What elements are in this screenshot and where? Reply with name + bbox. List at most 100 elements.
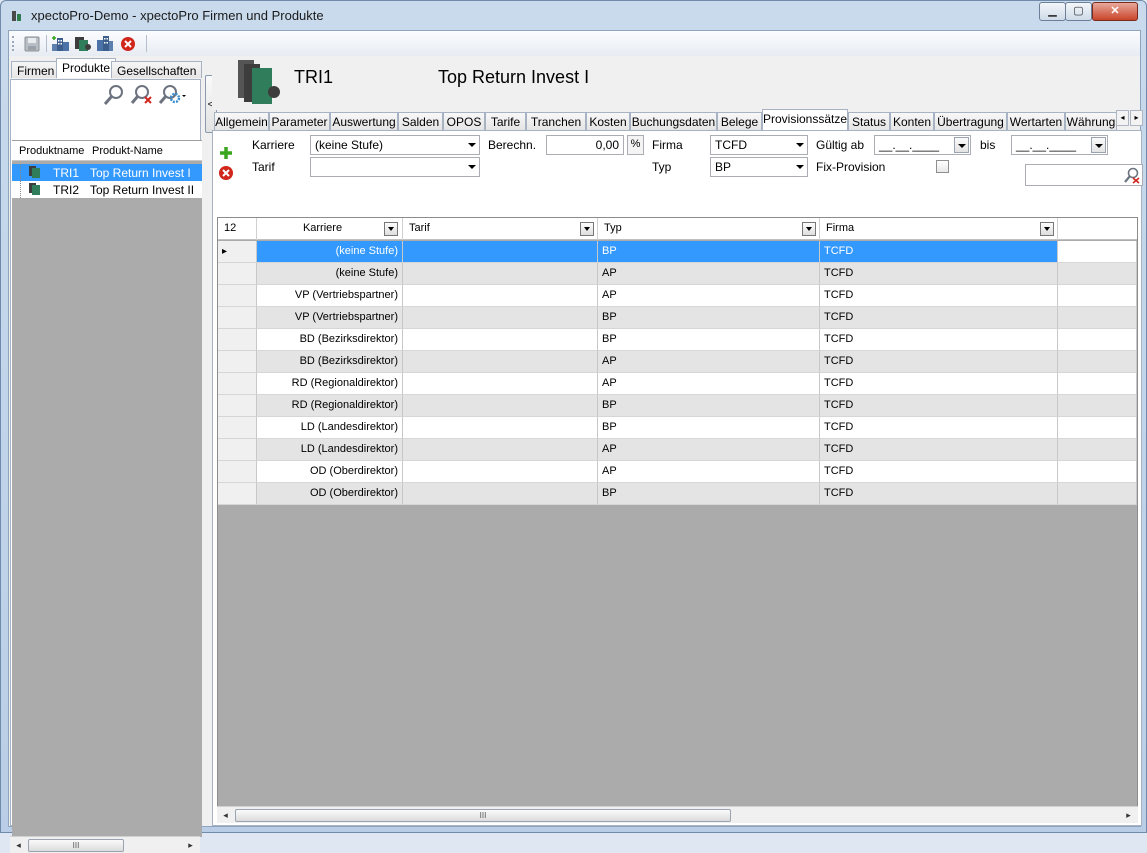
typ-cell[interactable]: AP: [598, 351, 820, 373]
tab-waehrung[interactable]: Währung: [1065, 112, 1117, 130]
grid-row[interactable]: VP (Vertriebspartner) AP TCFD: [218, 285, 1137, 307]
karriere-cell[interactable]: RD (Regionaldirektor): [257, 373, 403, 395]
firma-cell[interactable]: TCFD: [820, 351, 1058, 373]
grid-row[interactable]: OD (Oberdirektor) BP TCFD: [218, 483, 1137, 505]
firma-cell[interactable]: TCFD: [820, 439, 1058, 461]
typ-cell[interactable]: BP: [598, 483, 820, 505]
tarif-cell[interactable]: [403, 307, 598, 329]
typ-cell[interactable]: BP: [598, 417, 820, 439]
scroll-thumb[interactable]: III: [28, 839, 124, 852]
firma-cell[interactable]: TCFD: [820, 483, 1058, 505]
tab-auswertung[interactable]: Auswertung: [330, 112, 398, 130]
tab-wertarten[interactable]: Wertarten: [1007, 112, 1065, 130]
tab-buchungsdaten[interactable]: Buchungsdaten: [630, 112, 717, 130]
row-selector[interactable]: [218, 285, 257, 307]
typ-cell[interactable]: BP: [598, 395, 820, 417]
firma-cell[interactable]: TCFD: [820, 307, 1058, 329]
tarif-cell[interactable]: [403, 285, 598, 307]
typ-cell[interactable]: AP: [598, 439, 820, 461]
filter-dropdown-icon[interactable]: [1040, 222, 1054, 236]
tarif-cell[interactable]: [403, 241, 598, 263]
column-header-tarif[interactable]: Tarif: [403, 218, 598, 240]
tab-scroll-right-icon[interactable]: ▸: [1130, 110, 1143, 126]
tarif-select[interactable]: [310, 157, 480, 177]
tab-tranchen[interactable]: Tranchen: [526, 112, 586, 130]
filter-dropdown-icon[interactable]: [384, 222, 398, 236]
fix-provision-checkbox[interactable]: [936, 160, 949, 173]
firma-select[interactable]: TCFD: [710, 135, 808, 155]
clear-search-icon[interactable]: [1123, 167, 1140, 184]
tab-gesellschaften[interactable]: Gesellschaften: [111, 61, 203, 78]
tarif-cell[interactable]: [403, 373, 598, 395]
firma-cell[interactable]: TCFD: [820, 417, 1058, 439]
scroll-left-icon[interactable]: ◂: [11, 838, 26, 853]
karriere-cell[interactable]: OD (Oberdirektor): [257, 461, 403, 483]
add-icon[interactable]: [219, 146, 233, 160]
typ-cell[interactable]: AP: [598, 263, 820, 285]
tarif-cell[interactable]: [403, 329, 598, 351]
remove-icon[interactable]: [218, 165, 234, 181]
tarif-cell[interactable]: [403, 483, 598, 505]
close-button[interactable]: ✕: [1092, 2, 1138, 21]
row-selector[interactable]: [218, 417, 257, 439]
row-selector[interactable]: [218, 461, 257, 483]
berechn-input[interactable]: 0,00: [546, 135, 624, 155]
filter-dropdown-icon[interactable]: [802, 222, 816, 236]
column-header-firma[interactable]: Firma: [820, 218, 1058, 240]
typ-cell[interactable]: BP: [598, 241, 820, 263]
karriere-select[interactable]: (keine Stufe): [310, 135, 480, 155]
tab-uebertragung[interactable]: Übertragung: [934, 112, 1007, 130]
row-selector[interactable]: [218, 307, 257, 329]
grid-row[interactable]: BD (Bezirksdirektor) AP TCFD: [218, 351, 1137, 373]
karriere-cell[interactable]: VP (Vertriebspartner): [257, 307, 403, 329]
typ-cell[interactable]: AP: [598, 461, 820, 483]
calendar-dropdown-icon[interactable]: [954, 137, 969, 153]
grid-row[interactable]: LD (Landesdirektor) AP TCFD: [218, 439, 1137, 461]
firma-cell[interactable]: TCFD: [820, 329, 1058, 351]
tarif-cell[interactable]: [403, 417, 598, 439]
tab-tarife[interactable]: Tarife: [485, 112, 526, 130]
company-button[interactable]: [95, 34, 115, 53]
karriere-cell[interactable]: VP (Vertriebspartner): [257, 285, 403, 307]
row-selector[interactable]: [218, 329, 257, 351]
add-product-button[interactable]: [73, 34, 93, 53]
tab-allgemein[interactable]: Allgemein: [214, 112, 269, 130]
grid-row[interactable]: (keine Stufe) AP TCFD: [218, 263, 1137, 285]
row-selector[interactable]: [218, 483, 257, 505]
percent-button[interactable]: %: [627, 135, 644, 155]
row-selector[interactable]: ▸: [218, 241, 257, 263]
filter-dropdown-icon[interactable]: [580, 222, 594, 236]
tab-parameter[interactable]: Parameter: [269, 112, 330, 130]
clear-search-icon[interactable]: [130, 84, 154, 106]
firma-cell[interactable]: TCFD: [820, 373, 1058, 395]
typ-cell[interactable]: BP: [598, 329, 820, 351]
tarif-cell[interactable]: [403, 351, 598, 373]
firma-cell[interactable]: TCFD: [820, 285, 1058, 307]
calendar-dropdown-icon[interactable]: [1091, 137, 1106, 153]
minimize-button[interactable]: ▁: [1039, 2, 1066, 21]
scroll-thumb[interactable]: III: [235, 809, 731, 822]
tab-provisionssaetze[interactable]: Provisionssätze: [762, 109, 848, 130]
firma-cell[interactable]: TCFD: [820, 395, 1058, 417]
search-options-icon[interactable]: [158, 84, 188, 106]
typ-cell[interactable]: AP: [598, 373, 820, 395]
maximize-button[interactable]: ▢: [1065, 2, 1092, 21]
toolbar-grip[interactable]: [12, 36, 15, 51]
gueltig-ab-date[interactable]: __.__.____: [874, 135, 971, 155]
tab-salden[interactable]: Salden: [398, 112, 443, 130]
row-selector[interactable]: [218, 351, 257, 373]
tab-scroll-left-icon[interactable]: ◂: [1116, 110, 1129, 126]
quick-search-input[interactable]: [1025, 164, 1143, 186]
tarif-cell[interactable]: [403, 395, 598, 417]
row-selector[interactable]: [218, 263, 257, 285]
tab-produkte[interactable]: Produkte: [56, 58, 117, 78]
scroll-right-icon[interactable]: ▸: [183, 838, 198, 853]
grid-row[interactable]: LD (Landesdirektor) BP TCFD: [218, 417, 1137, 439]
typ-cell[interactable]: BP: [598, 307, 820, 329]
add-company-button[interactable]: [51, 34, 71, 53]
tab-firmen[interactable]: Firmen: [11, 61, 61, 78]
karriere-cell[interactable]: BD (Bezirksdirektor): [257, 351, 403, 373]
column-header-produkt-name[interactable]: Produkt-Name: [92, 145, 163, 157]
tarif-cell[interactable]: [403, 439, 598, 461]
typ-select[interactable]: BP: [710, 157, 808, 177]
